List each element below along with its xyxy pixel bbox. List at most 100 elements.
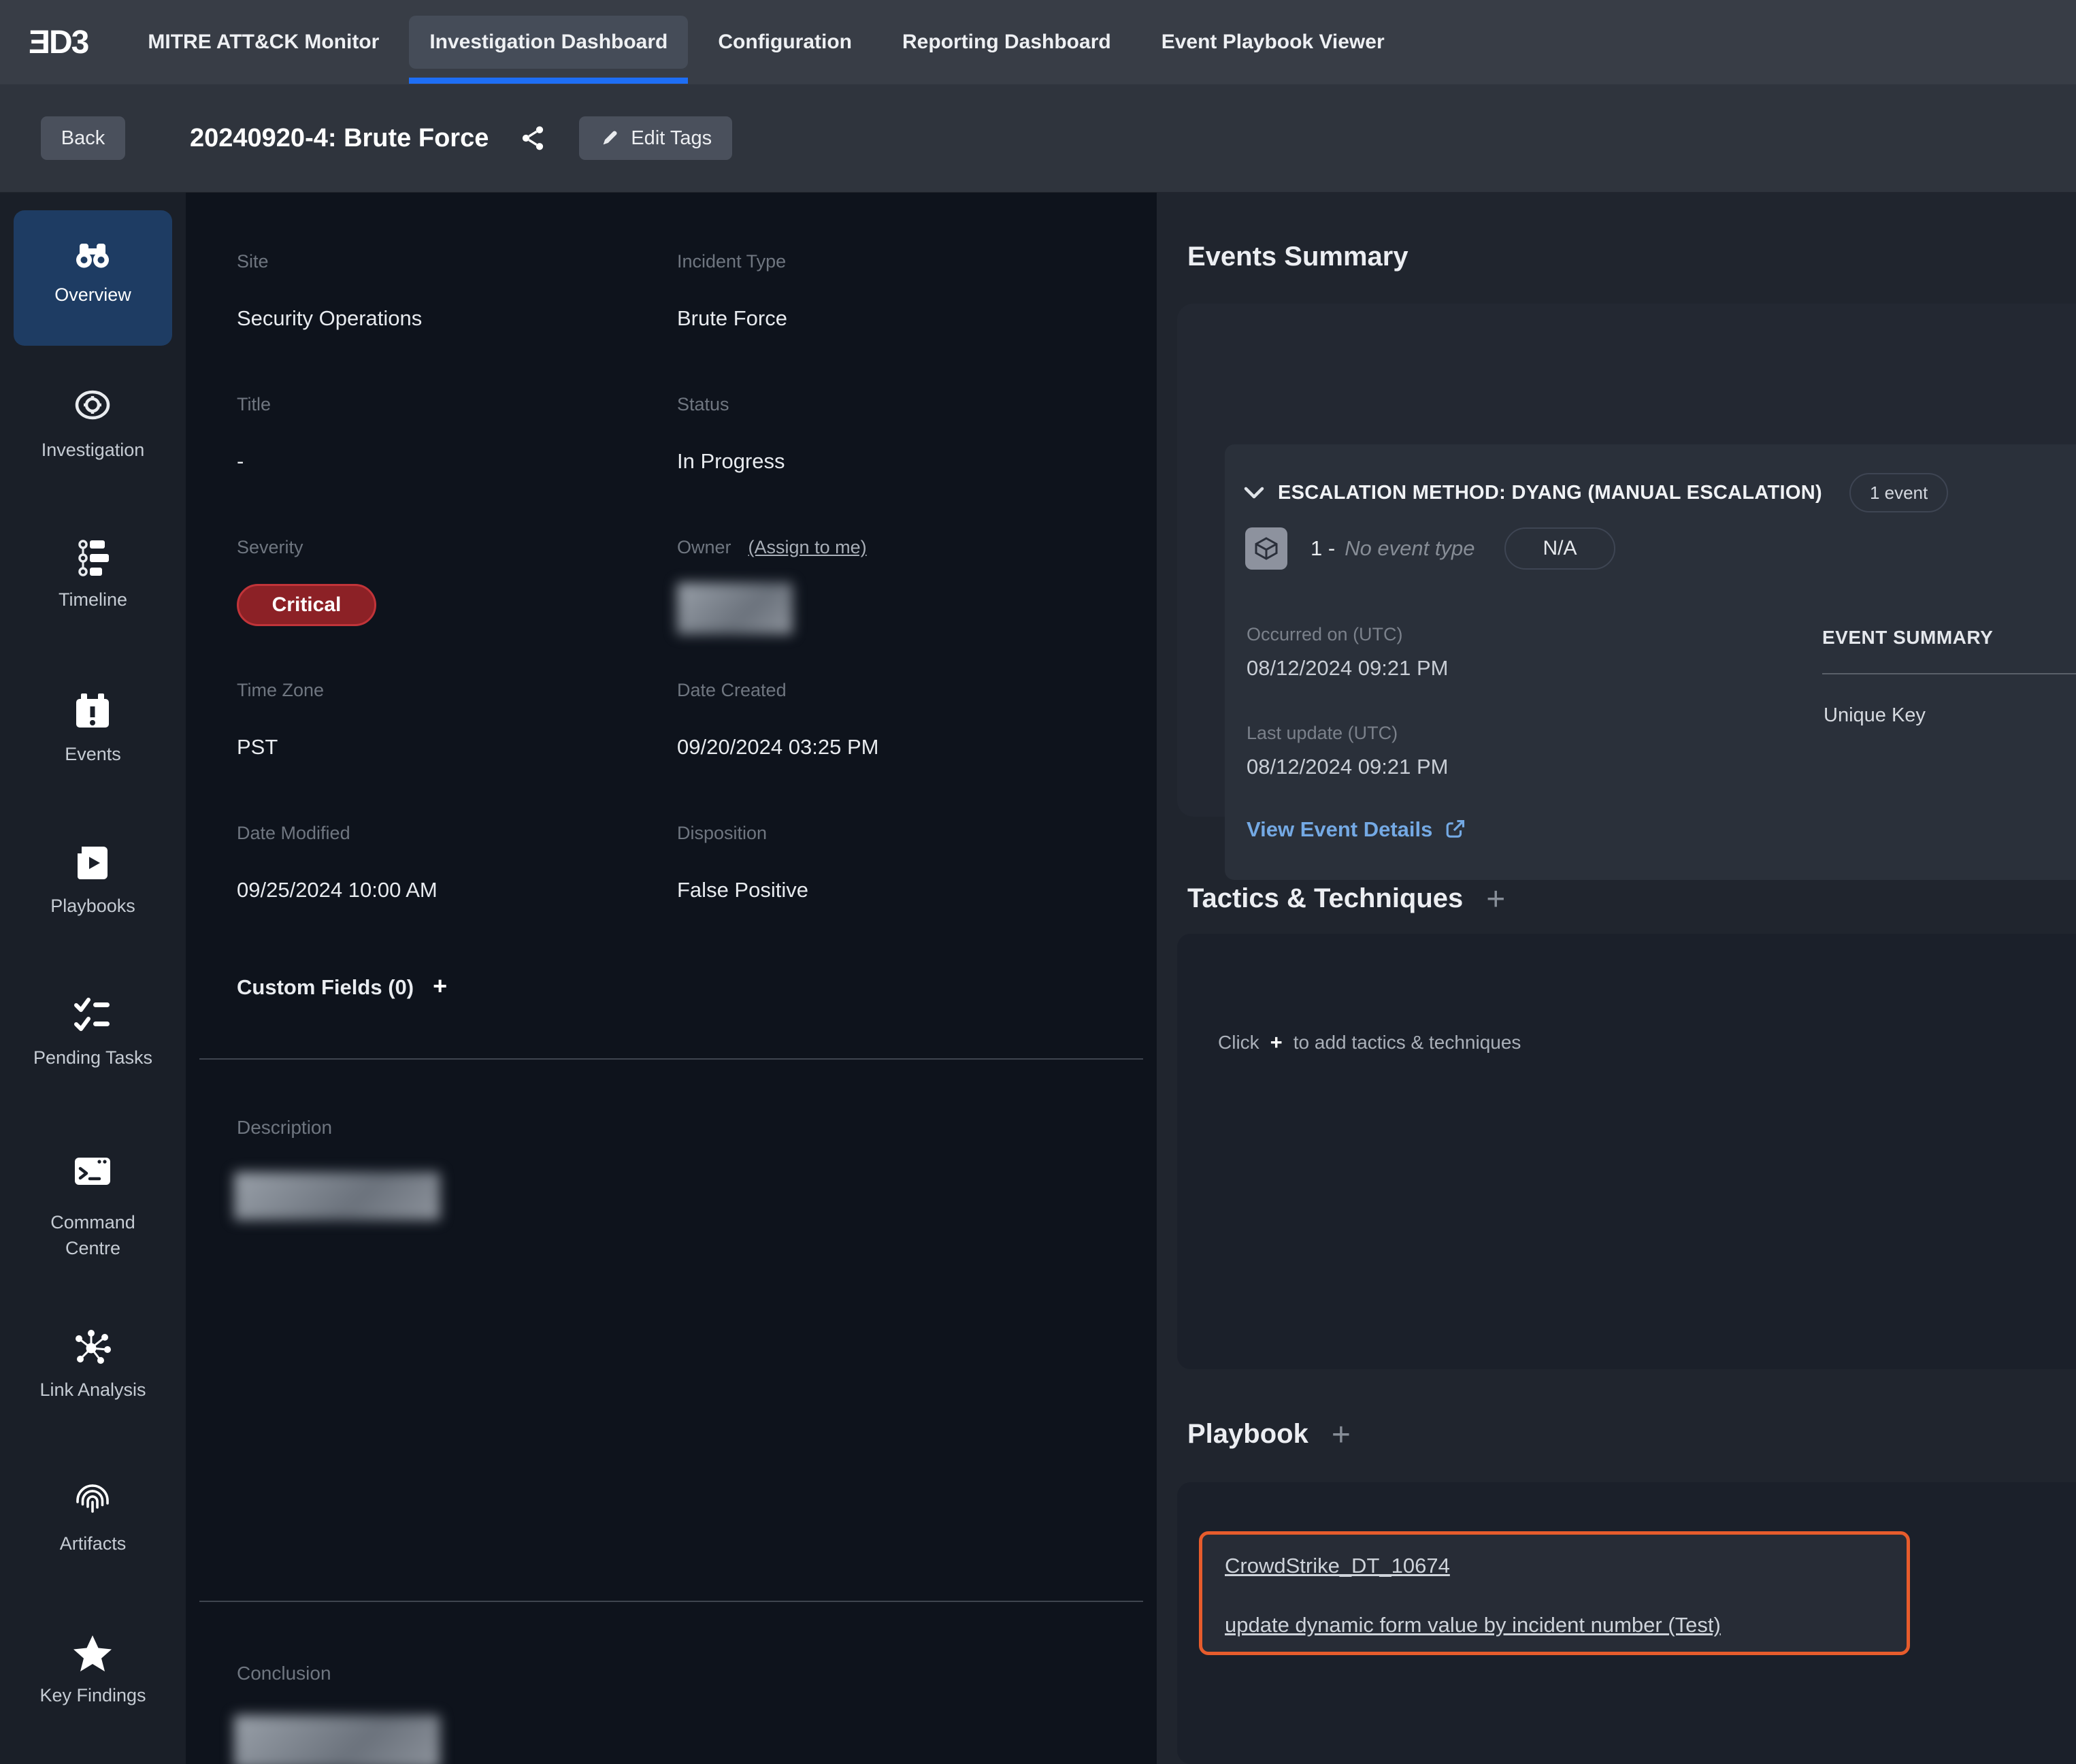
nav-item-configuration[interactable]: Configuration [697, 16, 872, 69]
add-playbook-button[interactable]: + [1332, 1417, 1351, 1453]
field-label: Date Modified [237, 823, 438, 844]
field-label: Severity [237, 537, 376, 558]
severity-badge[interactable]: Critical [237, 584, 376, 626]
field-value: Brute Force [677, 306, 787, 331]
field-label: Owner [677, 537, 731, 558]
field-disposition: Disposition False Positive [677, 823, 808, 902]
field-value: 09/20/2024 03:25 PM [677, 735, 878, 760]
active-tab-underline [409, 78, 688, 84]
book-play-icon [71, 841, 114, 885]
field-title: Title - [237, 394, 271, 474]
nav-item-event-playbook-viewer[interactable]: Event Playbook Viewer [1141, 16, 1405, 69]
event-row[interactable]: 1 - No event type N/A [1245, 527, 1615, 570]
field-label: Status [677, 394, 785, 415]
tactics-techniques-heading: Tactics & Techniques+ [1187, 881, 1505, 918]
field-value: In Progress [677, 449, 785, 474]
nav-item-mitre-attck-monitor[interactable]: MITRE ATT&CK Monitor [127, 16, 399, 69]
binoculars-icon [71, 231, 114, 275]
field-value: - [237, 449, 271, 474]
field-label: Date Created [677, 680, 878, 701]
top-nav: ƎD3 MITRE ATT&CK Monitor Investigation D… [0, 0, 2076, 84]
sidebar-label-overview: Overview [0, 284, 186, 306]
sidebar-label-playbooks: Playbooks [0, 896, 186, 917]
event-count-badge: 1 event [1849, 473, 1948, 512]
sidebar: Overview Investigation [0, 193, 186, 1764]
field-label: Time Zone [237, 680, 324, 701]
last-update-label: Last update (UTC) [1247, 723, 1448, 744]
field-date-created: Date Created 09/20/2024 03:25 PM [677, 680, 878, 760]
external-link-icon [1443, 818, 1466, 841]
nav-item-label: Investigation Dashboard [429, 31, 668, 53]
field-value: False Positive [677, 878, 808, 902]
section-divider [199, 1058, 1143, 1060]
event-summary-divider [1822, 673, 2076, 674]
events-summary-card: ESCALATION METHOD: DYANG (MANUAL ESCALAT… [1177, 304, 2076, 817]
occurred-on-value: 08/12/2024 09:21 PM [1247, 656, 1448, 681]
edit-tags-button[interactable]: Edit Tags [579, 116, 732, 160]
playbook-heading: Playbook+ [1187, 1416, 1351, 1454]
tactics-empty-state: Click + to add tactics & techniques [1218, 1030, 1521, 1055]
field-label: Title [237, 394, 271, 415]
field-date-modified: Date Modified 09/25/2024 10:00 AM [237, 823, 438, 902]
add-tactics-button[interactable]: + [1486, 881, 1505, 917]
sidebar-label-command-centre: Command Centre [0, 1210, 186, 1262]
field-status: Status In Progress [677, 394, 785, 474]
field-incident-type: Incident Type Brute Force [677, 251, 787, 331]
playbook-link-update-form[interactable]: update dynamic form value by incident nu… [1225, 1613, 1721, 1637]
section-divider [199, 1601, 1143, 1602]
event-summary-heading: EVENT SUMMARY [1822, 627, 1993, 649]
timeline-icon [71, 536, 114, 580]
conclusion-label: Conclusion [237, 1663, 331, 1684]
back-button[interactable]: Back [41, 116, 125, 160]
playbook-link-crowdstrike[interactable]: CrowdStrike_DT_10674 [1225, 1554, 1450, 1578]
incident-title: 20240920-4: Brute Force [190, 124, 489, 153]
field-label: Site [237, 251, 422, 272]
field-label: Incident Type [677, 251, 787, 272]
field-time-zone: Time Zone PST [237, 680, 324, 760]
last-update-value: 08/12/2024 09:21 PM [1247, 755, 1448, 779]
escalation-method-title[interactable]: ESCALATION METHOD: DYANG (MANUAL ESCALAT… [1278, 482, 1822, 504]
sidebar-label-timeline: Timeline [0, 589, 186, 610]
d3-logo: ƎD3 [29, 24, 88, 61]
sidebar-label-pending-tasks: Pending Tasks [0, 1047, 186, 1068]
share-icon[interactable] [519, 125, 546, 152]
occurred-on-label: Occurred on (UTC) [1247, 624, 1448, 645]
field-severity: Severity Critical [237, 537, 376, 626]
sidebar-label-key-findings: Key Findings [0, 1685, 186, 1706]
playbook-highlight-box: CrowdStrike_DT_10674 update dynamic form… [1199, 1531, 1910, 1655]
event-index: 1 - [1311, 536, 1335, 561]
plus-icon: + [1270, 1030, 1283, 1055]
description-label: Description [237, 1117, 332, 1139]
field-value: 09/25/2024 10:00 AM [237, 878, 438, 902]
field-owner: Owner (Assign to me) [677, 537, 867, 634]
sidebar-active-highlight [14, 210, 172, 346]
owner-redacted-value [677, 583, 793, 634]
event-na-badge: N/A [1504, 527, 1615, 570]
event-type-placeholder: No event type [1345, 536, 1474, 561]
field-label: Disposition [677, 823, 808, 844]
description-redacted-content [234, 1172, 440, 1220]
terminal-icon [71, 1149, 114, 1193]
sidebar-label-link-analysis: Link Analysis [0, 1379, 186, 1401]
chevron-down-icon[interactable] [1244, 485, 1264, 500]
view-event-details-link[interactable]: View Event Details [1247, 817, 1466, 842]
cube-icon [1245, 527, 1287, 570]
incident-header-bar: Back 20240920-4: Brute Force Edit Tags [0, 84, 2076, 193]
add-custom-field-button[interactable]: + [433, 972, 447, 1000]
sidebar-label-artifacts: Artifacts [0, 1533, 186, 1554]
summary-panel: Events Summary ESCALATION METHOD: DYANG … [1157, 193, 2076, 1764]
assign-to-me-link[interactable]: (Assign to me) [748, 537, 867, 558]
fingerprint-icon [71, 1477, 114, 1521]
investigation-dashboard-app: ƎD3 MITRE ATT&CK Monitor Investigation D… [0, 0, 2076, 1764]
nav-item-investigation-dashboard[interactable]: Investigation Dashboard [409, 16, 688, 69]
sidebar-label-events: Events [0, 744, 186, 765]
edit-tags-label: Edit Tags [631, 127, 712, 150]
nav-item-reporting-dashboard[interactable]: Reporting Dashboard [882, 16, 1132, 69]
network-icon [71, 1325, 114, 1369]
tactics-techniques-card: Click + to add tactics & techniques [1177, 934, 2076, 1369]
field-value: PST [237, 735, 324, 760]
star-icon [71, 1632, 114, 1676]
sidebar-label-investigation: Investigation [0, 440, 186, 461]
playbook-card: CrowdStrike_DT_10674 update dynamic form… [1177, 1482, 2076, 1764]
field-site: Site Security Operations [237, 251, 422, 331]
